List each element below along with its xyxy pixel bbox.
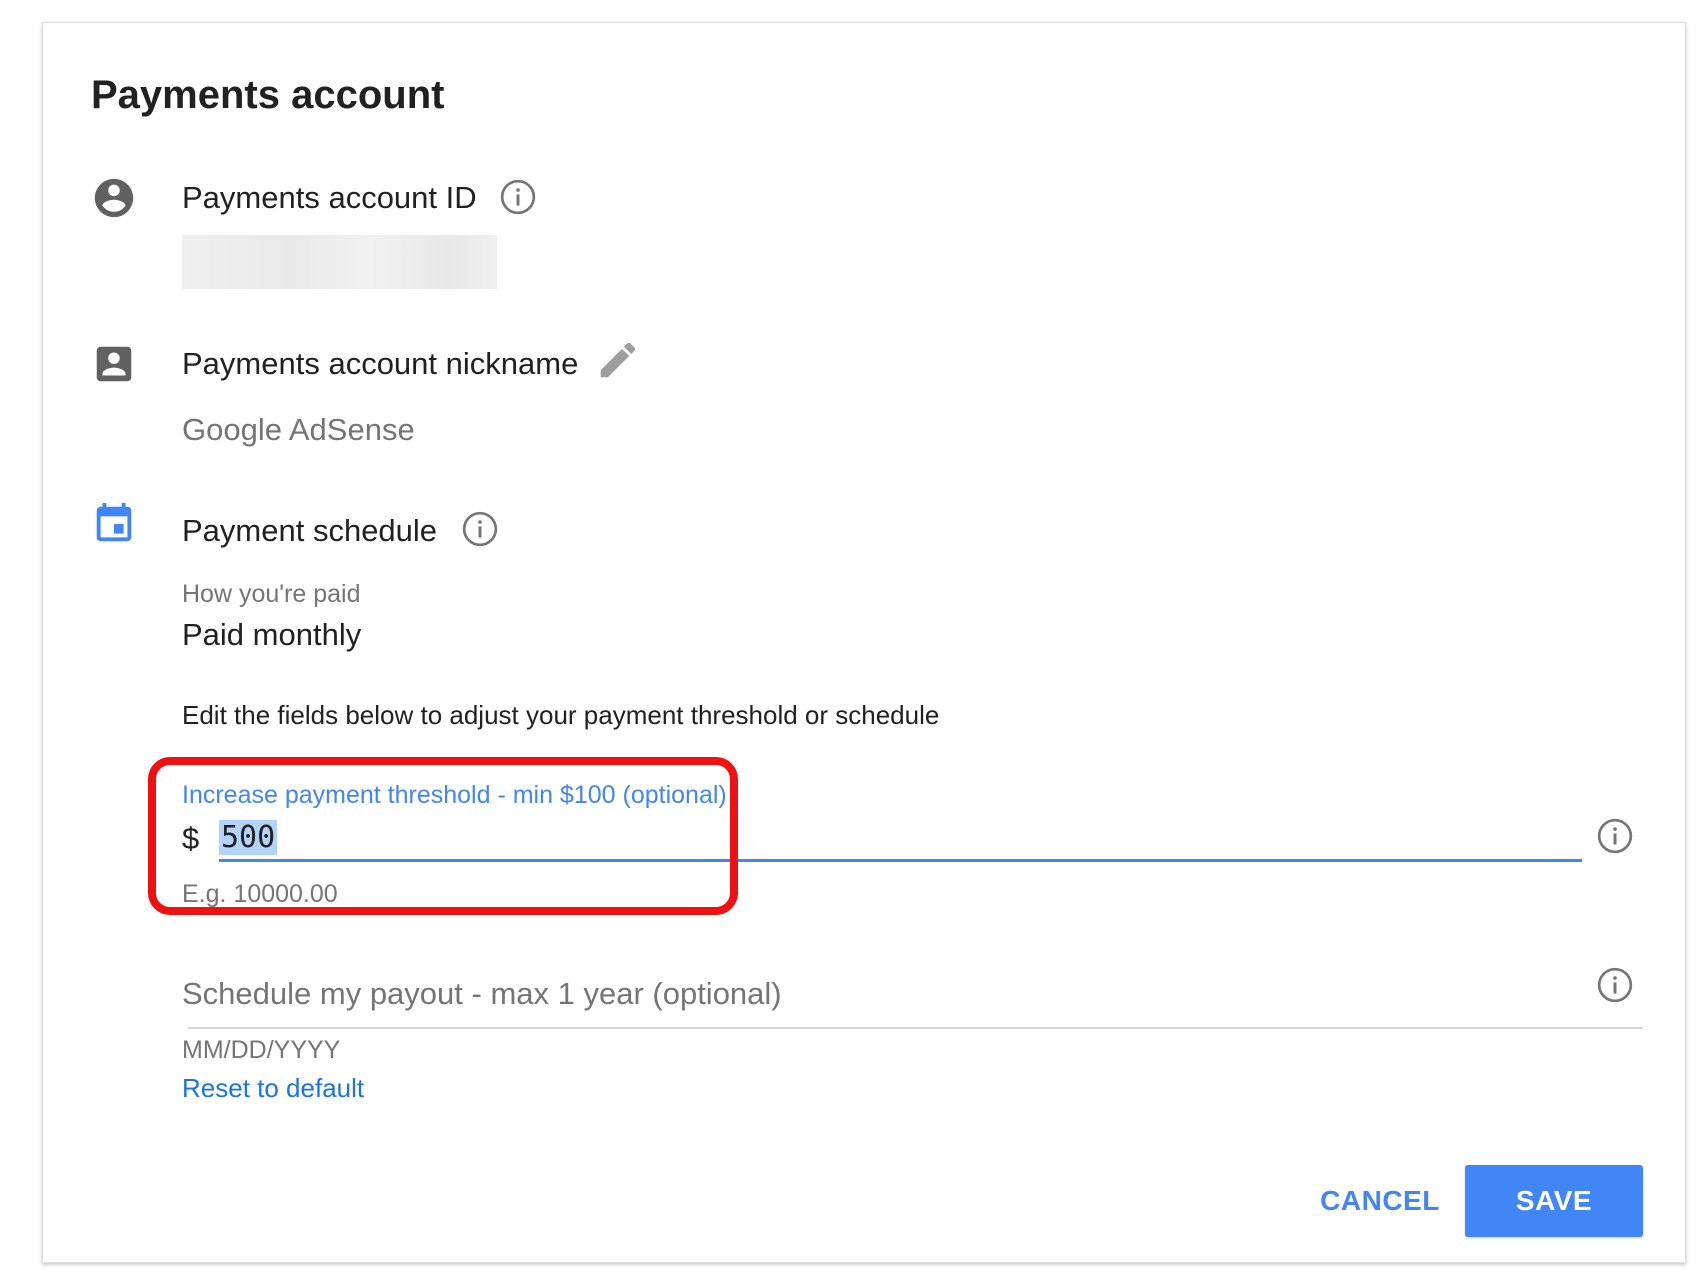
- info-icon[interactable]: [499, 178, 537, 216]
- cancel-button[interactable]: CANCEL: [1305, 1165, 1455, 1237]
- payout-date-input[interactable]: Schedule my payout - max 1 year (optiona…: [182, 976, 782, 1012]
- card-title: Payments account: [91, 73, 445, 117]
- calendar-icon: [91, 501, 137, 547]
- account-id-value-redacted: [182, 235, 497, 289]
- nickname-value: Google AdSense: [182, 412, 415, 447]
- info-icon[interactable]: [461, 510, 499, 548]
- payment-schedule-label: Payment schedule: [182, 513, 438, 548]
- how-paid-label: How you're paid: [182, 580, 361, 608]
- payout-date-hint: MM/DD/YYYY: [182, 1036, 341, 1064]
- account-id-label: Payments account ID: [182, 180, 477, 215]
- info-icon[interactable]: [1596, 817, 1634, 855]
- reset-to-default-link[interactable]: Reset to default: [182, 1073, 364, 1104]
- info-icon[interactable]: [1596, 966, 1634, 1004]
- pencil-icon[interactable]: [595, 337, 641, 383]
- threshold-highlight-annotation: [148, 757, 738, 915]
- payments-account-card: Payments account Payments account ID Pay…: [42, 22, 1686, 1263]
- save-button[interactable]: SAVE: [1465, 1165, 1643, 1237]
- nickname-label: Payments account nickname: [182, 346, 579, 381]
- account-circle-icon: [91, 175, 137, 221]
- how-paid-value: Paid monthly: [182, 617, 362, 652]
- payout-date-underline: [188, 1027, 1643, 1029]
- edit-fields-note: Edit the fields below to adjust your pay…: [182, 700, 940, 730]
- contact-box-icon: [91, 341, 137, 387]
